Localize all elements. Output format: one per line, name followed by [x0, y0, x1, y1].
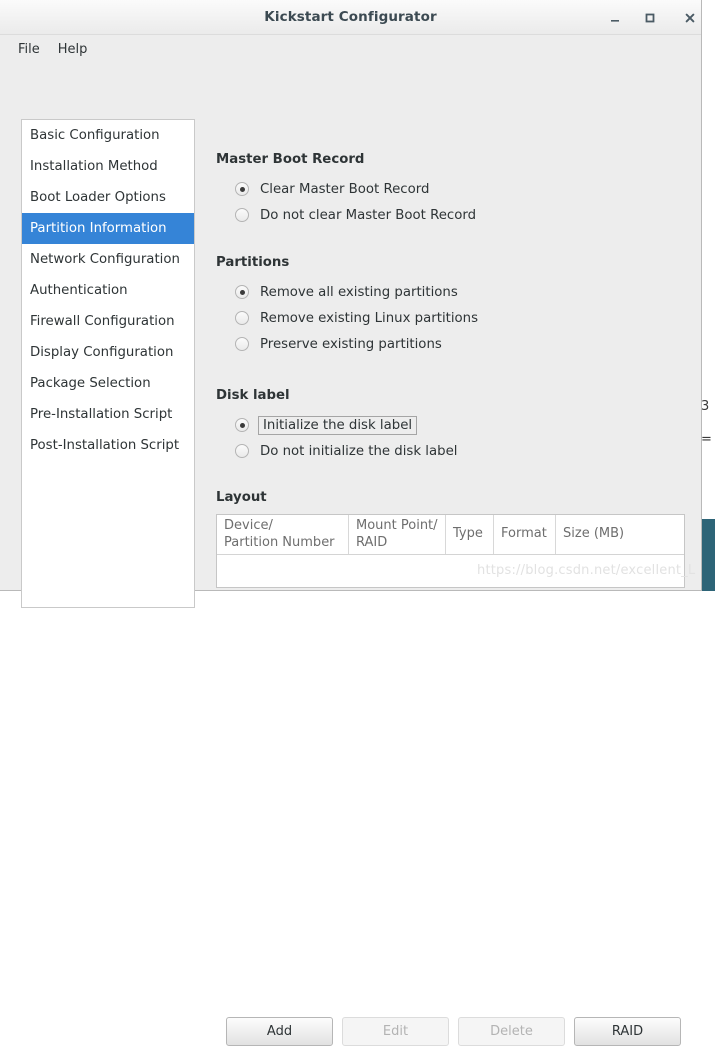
sidebar-item-package-selection[interactable]: Package Selection	[22, 368, 194, 399]
table-header-row: Device/ Partition Number Mount Point/ RA…	[217, 515, 684, 555]
radio-button-icon[interactable]	[235, 285, 249, 299]
menu-item-file[interactable]: File	[9, 39, 49, 60]
main-panel: Master Boot Record Clear Master Boot Rec…	[216, 97, 701, 590]
radio-button-icon[interactable]	[235, 337, 249, 351]
close-icon[interactable]	[680, 8, 700, 28]
table-body[interactable]	[217, 555, 684, 587]
radio-button-icon[interactable]	[235, 418, 249, 432]
radio-do-not-initialize-the-disk-label[interactable]: Do not initialize the disk label	[235, 438, 459, 464]
sidebar-item-display-configuration[interactable]: Display Configuration	[22, 337, 194, 368]
sidebar-item-post-installation-script[interactable]: Post-Installation Script	[22, 430, 194, 461]
column-header-size-mb[interactable]: Size (MB)	[556, 515, 684, 554]
menu-bar: File Help	[0, 35, 701, 64]
sidebar-item-pre-installation-script[interactable]: Pre-Installation Script	[22, 399, 194, 430]
radio-remove-existing-linux-partitions[interactable]: Remove existing Linux partitions	[235, 305, 480, 331]
section-partitions: Partitions Remove all existing partition…	[216, 255, 480, 357]
sidebar-item-partition-information[interactable]: Partition Information	[22, 213, 194, 244]
background-glyph-2: =	[701, 432, 712, 447]
radio-label: Clear Master Boot Record	[258, 181, 431, 198]
radio-preserve-existing-partitions[interactable]: Preserve existing partitions	[235, 331, 480, 357]
radio-do-not-clear-mbr[interactable]: Do not clear Master Boot Record	[235, 202, 478, 228]
sidebar-item-basic-configuration[interactable]: Basic Configuration	[22, 120, 194, 151]
section-master-boot-record: Master Boot Record Clear Master Boot Rec…	[216, 152, 478, 228]
maximize-icon[interactable]	[640, 8, 660, 28]
radio-initialize-the-disk-label[interactable]: Initialize the disk label	[235, 412, 459, 438]
background-panel	[700, 519, 715, 591]
edit-button: Edit	[342, 1017, 449, 1046]
radio-clear-mbr[interactable]: Clear Master Boot Record	[235, 176, 478, 202]
section-title-disk-label: Disk label	[216, 388, 459, 403]
title-bar: Kickstart Configurator	[0, 0, 701, 35]
section-title-layout: Layout	[216, 490, 693, 505]
window-title: Kickstart Configurator	[0, 9, 701, 25]
section-title-master-boot-record: Master Boot Record	[216, 152, 478, 167]
radio-label: Remove existing Linux partitions	[258, 310, 480, 327]
add-button[interactable]: Add	[226, 1017, 333, 1046]
radio-button-icon[interactable]	[235, 311, 249, 325]
sidebar-item-installation-method[interactable]: Installation Method	[22, 151, 194, 182]
raid-button[interactable]: RAID	[574, 1017, 681, 1046]
partition-layout-table[interactable]: Device/ Partition Number Mount Point/ RA…	[216, 514, 685, 588]
window-body: Basic Configuration Installation Method …	[0, 64, 701, 590]
section-title-partitions: Partitions	[216, 255, 480, 270]
application-window: Kickstart Configurator File Help Basic C…	[0, 0, 702, 591]
radio-button-icon[interactable]	[235, 208, 249, 222]
layout-button-row: Add Edit Delete RAID	[226, 1017, 681, 1046]
menu-item-help[interactable]: Help	[49, 39, 97, 60]
navigation-list[interactable]: Basic Configuration Installation Method …	[21, 119, 195, 608]
sidebar-item-boot-loader-options[interactable]: Boot Loader Options	[22, 182, 194, 213]
sidebar-item-firewall-configuration[interactable]: Firewall Configuration	[22, 306, 194, 337]
radio-label: Preserve existing partitions	[258, 336, 444, 353]
radio-button-icon[interactable]	[235, 444, 249, 458]
sidebar-item-network-configuration[interactable]: Network Configuration	[22, 244, 194, 275]
column-header-device-partition-number[interactable]: Device/ Partition Number	[217, 515, 349, 554]
minimize-icon[interactable]	[605, 8, 625, 28]
section-layout: Layout Device/ Partition Number Mount Po…	[216, 490, 693, 588]
column-header-type[interactable]: Type	[446, 515, 494, 554]
radio-label: Remove all existing partitions	[258, 284, 460, 301]
sidebar-item-authentication[interactable]: Authentication	[22, 275, 194, 306]
radio-label: Initialize the disk label	[258, 416, 417, 435]
radio-label: Do not initialize the disk label	[258, 443, 459, 460]
background-glyph-1: 3	[701, 399, 709, 414]
delete-button: Delete	[458, 1017, 565, 1046]
radio-label: Do not clear Master Boot Record	[258, 207, 478, 224]
column-header-mount-point-raid[interactable]: Mount Point/ RAID	[349, 515, 446, 554]
radio-button-icon[interactable]	[235, 182, 249, 196]
section-disk-label: Disk label Initialize the disk label Do …	[216, 388, 459, 464]
radio-remove-all-existing-partitions[interactable]: Remove all existing partitions	[235, 279, 480, 305]
column-header-format[interactable]: Format	[494, 515, 556, 554]
